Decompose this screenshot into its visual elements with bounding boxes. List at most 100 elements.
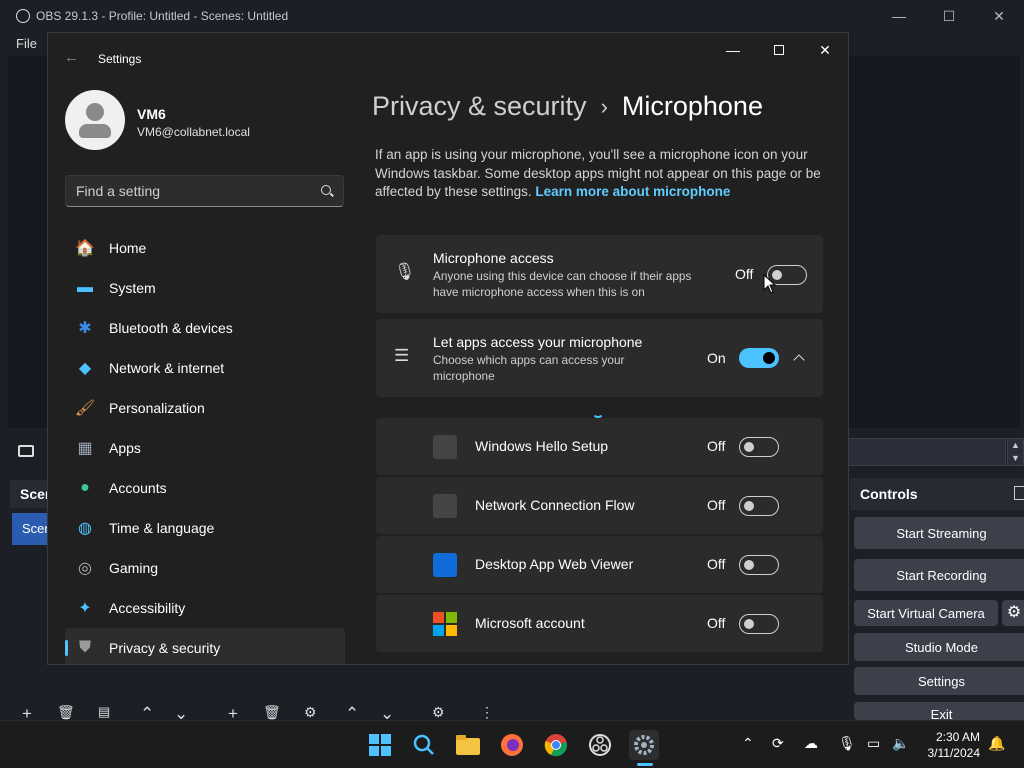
wifi-icon: ◆ (78, 360, 92, 377)
learn-more-link[interactable]: Learn more about microphone (535, 184, 730, 199)
obs-controls-header: Controls (850, 478, 1024, 510)
loading-spinner-icon (592, 406, 604, 418)
app-name: Desktop App Web Viewer (475, 556, 634, 572)
settings-minimize-button[interactable]: — (710, 33, 756, 67)
let-apps-access-state: On (707, 350, 726, 366)
sidebar-item-label: Apps (109, 440, 141, 456)
sidebar-item-privacy-security[interactable]: ⛊ Privacy & security (65, 628, 345, 664)
remove-scene-icon[interactable]: 🗑 (57, 704, 75, 721)
clock-time: 2:30 AM (935, 730, 980, 744)
app-name: Windows Hello Setup (475, 438, 609, 454)
clock-date: 3/11/2024 (927, 746, 981, 760)
sidebar-item-system[interactable]: ▬ System (65, 268, 345, 308)
sidebar-item-apps[interactable]: ▦ Apps (65, 428, 345, 468)
notifications-bell-icon[interactable]: 🔔 (988, 735, 1005, 752)
apps-icon: ▦ (77, 440, 93, 457)
obs-source-field[interactable] (848, 438, 1006, 466)
let-apps-access-toggle[interactable] (739, 348, 779, 368)
search-taskbar-icon[interactable] (409, 730, 439, 760)
file-explorer-icon[interactable] (453, 730, 483, 760)
cloud-offline-icon[interactable]: ☁ (804, 735, 818, 752)
monitor-icon[interactable] (18, 445, 34, 457)
microphone-access-card: 🎙 Microphone access Anyone using this de… (376, 235, 823, 313)
sidebar-item-personalization[interactable]: 🖌 Personalization (65, 388, 345, 428)
search-box[interactable] (65, 175, 344, 207)
chevron-up-icon[interactable] (793, 354, 805, 366)
brush-icon: 🖌 (74, 400, 96, 417)
list-item: Microsoft account Off (376, 595, 823, 652)
system-icon: ▬ (77, 279, 93, 296)
start-virtual-camera-button[interactable]: Start Virtual Camera (854, 600, 998, 626)
obs-scenes-header: Scenes (10, 480, 48, 508)
sidebar-item-label: Network & internet (109, 360, 225, 376)
app-microphone-toggle[interactable] (739, 437, 779, 457)
sidebar-item-network-internet[interactable]: ◆ Network & internet (65, 348, 345, 388)
let-apps-access-subtitle: Choose which apps can access your microp… (433, 353, 625, 383)
studio-mode-button[interactable]: Studio Mode (854, 633, 1024, 661)
sidebar-item-time-language[interactable]: ◍ Time & language (65, 508, 345, 548)
start-streaming-button[interactable]: Start Streaming (854, 517, 1024, 549)
search-icon[interactable] (321, 185, 331, 195)
source-properties-gear-icon[interactable]: ⚙ (304, 704, 317, 721)
audio-mixer-settings-icon[interactable]: ⚙ (432, 704, 445, 721)
bluetooth-icon: ✱ (78, 320, 92, 337)
accounts-icon: ● (80, 479, 90, 496)
obs-taskbar-icon[interactable] (585, 730, 615, 760)
list-icon: ☰ (394, 346, 410, 365)
obs-minimize-button[interactable]: — (874, 0, 924, 32)
firefox-icon[interactable] (497, 730, 527, 760)
active-app-indicator (637, 763, 653, 766)
page-description: If an app is using your microphone, you'… (375, 146, 835, 202)
sidebar-item-accounts[interactable]: ● Accounts (65, 468, 345, 508)
microphone-in-use-icon[interactable]: 🎙 (838, 735, 856, 752)
sidebar-item-label: Home (109, 240, 147, 256)
back-arrow-icon[interactable]: ← (64, 49, 79, 66)
app-toggle-state: Off (707, 615, 726, 631)
app-icon (433, 494, 457, 518)
virtual-camera-settings-gear-icon[interactable]: ⚙ (1002, 600, 1024, 626)
search-input[interactable] (66, 176, 306, 206)
sync-icon[interactable]: ⟳ (772, 735, 784, 752)
profile-name: VM6 (137, 106, 166, 122)
obs-scene-item[interactable]: Scene (12, 513, 48, 545)
app-microphone-toggle[interactable] (739, 496, 779, 516)
show-hidden-icons-chevron-icon[interactable]: ⌃ (742, 735, 754, 752)
network-icon[interactable]: ▭ (867, 735, 880, 752)
sidebar-item-label: Time & language (109, 520, 215, 536)
accessibility-icon: ✦ (78, 600, 92, 617)
dock-undock-icon[interactable] (1014, 486, 1024, 500)
start-recording-button[interactable]: Start Recording (854, 559, 1024, 591)
avatar[interactable] (65, 90, 125, 150)
microphone-access-subtitle: Anyone using this device can choose if t… (433, 269, 692, 299)
clock[interactable]: 2:30 AM 3/11/2024 (918, 729, 981, 761)
obs-logo-icon (16, 9, 30, 23)
obs-stepper[interactable]: ▲ ▼ (1007, 438, 1024, 466)
page-title: Microphone (621, 91, 763, 121)
sidebar-item-label: Privacy & security (109, 640, 221, 656)
remove-source-icon[interactable]: 🗑 (263, 704, 281, 721)
let-apps-access-card[interactable]: ☰ Let apps access your microphone Choose… (376, 319, 823, 397)
obs-settings-button[interactable]: Settings (854, 667, 1024, 695)
exit-button[interactable]: Exit (854, 702, 1024, 720)
obs-close-button[interactable]: ✕ (974, 0, 1024, 32)
settings-taskbar-gear-icon[interactable] (629, 730, 659, 760)
sidebar-item-gaming[interactable]: ◎ Gaming (65, 548, 345, 588)
app-microphone-toggle[interactable] (739, 555, 779, 575)
app-microphone-toggle[interactable] (739, 614, 779, 634)
settings-maximize-button[interactable] (756, 33, 802, 67)
sidebar-item-home[interactable]: 🏠 Home (65, 228, 345, 268)
sidebar-item-bluetooth-devices[interactable]: ✱ Bluetooth & devices (65, 308, 345, 348)
more-options-icon[interactable]: ⋮ (480, 704, 494, 721)
gamepad-icon: ◎ (78, 560, 92, 577)
scene-filter-icon[interactable]: ▤ (98, 704, 110, 720)
chrome-icon[interactable] (541, 730, 571, 760)
obs-titlebar: OBS 29.1.3 - Profile: Untitled - Scenes:… (0, 0, 1024, 32)
start-button-windows-icon[interactable] (365, 730, 395, 760)
obs-maximize-button[interactable]: ☐ (924, 0, 974, 32)
volume-icon[interactable]: 🔈 (892, 735, 909, 752)
breadcrumb-parent[interactable]: Privacy & security (372, 91, 587, 122)
sidebar-item-accessibility[interactable]: ✦ Accessibility (65, 588, 345, 628)
settings-close-button[interactable]: ✕ (802, 33, 848, 67)
settings-window-controls: — ✕ (710, 33, 848, 67)
app-icon (433, 553, 457, 577)
